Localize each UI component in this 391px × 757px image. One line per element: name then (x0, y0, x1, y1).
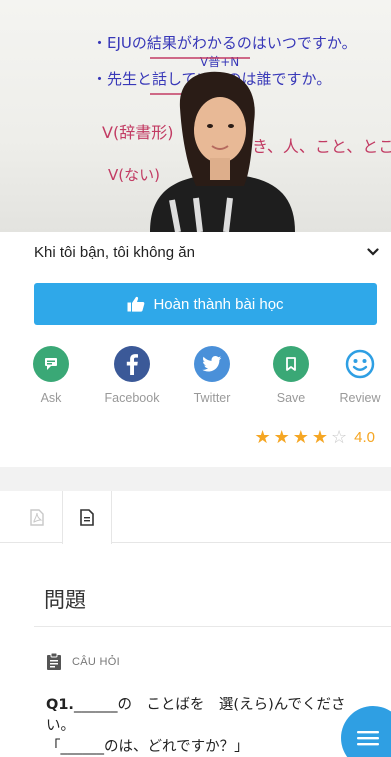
board-line-5: とき、人、こと、ところ、の (236, 137, 391, 156)
chevron-down-icon (367, 248, 379, 256)
bookmark-icon (273, 346, 309, 382)
menu-fab-button[interactable] (341, 706, 391, 757)
facebook-label: Facebook (104, 391, 160, 405)
question-label: CÂU HỎI (72, 655, 120, 668)
twitter-label: Twitter (193, 391, 231, 405)
tab-pdf[interactable] (12, 491, 62, 543)
twitter-button[interactable]: Twitter (180, 346, 244, 405)
smiley-icon (342, 346, 378, 382)
document-icon (80, 509, 94, 526)
lesson-select-value: Khi tôi bận, tôi không ăn (34, 243, 195, 261)
ask-label: Ask (40, 391, 62, 405)
rating-value: 4.0 (354, 428, 375, 446)
board-line-1: ・EJUの結果がわかるのはいつですか。 (92, 34, 357, 52)
board-line-4: V(辞書形) (102, 123, 173, 142)
tab-document[interactable] (62, 491, 112, 544)
content-tabs (0, 491, 391, 544)
share-row: Ask Facebook Twitter Save Review (33, 346, 391, 412)
facebook-button[interactable]: Facebook (100, 346, 164, 405)
question-text: ______の ことばを 選(えら)んでください。 (46, 697, 346, 734)
star-filled-icon: ★ (292, 427, 309, 447)
review-button[interactable]: Review (328, 346, 391, 405)
lesson-select[interactable]: Khi tôi bận, tôi không ăn (34, 232, 391, 272)
video-player[interactable]: ・EJUの結果がわかるのはいつですか。 V普+N ・先生と話しているのは誰ですか… (0, 0, 391, 232)
question-header: CÂU HỎI (46, 652, 120, 671)
star-filled-icon: ★ (254, 427, 271, 447)
board-line-2: V普+N (200, 55, 239, 69)
thumbs-up-icon (127, 296, 145, 312)
complete-lesson-label: Hoàn thành bài học (153, 295, 284, 313)
pdf-file-icon (30, 508, 44, 526)
section-separator (0, 467, 391, 491)
question-number: Q1. (46, 697, 74, 713)
star-filled-icon: ★ (311, 427, 328, 447)
clipboard-icon (47, 652, 61, 670)
facebook-icon (114, 346, 150, 382)
save-label: Save (276, 391, 306, 405)
review-label: Review (339, 391, 381, 405)
section-divider (34, 626, 391, 627)
hamburger-menu-icon (357, 731, 379, 746)
question-text-block: Q1.______の ことばを 選(えら)んでください。 「______のは、ど… (46, 695, 346, 757)
save-button[interactable]: Save (259, 346, 323, 405)
star-empty-icon: ☆ (331, 427, 348, 447)
video-frame: ・EJUの結果がわかるのはいつですか。 V普+N ・先生と話しているのは誰ですか… (92, 34, 391, 232)
chat-icon (33, 346, 69, 382)
twitter-icon (194, 346, 230, 382)
question-next-line: 「______のは、どれですか？」 (46, 739, 249, 755)
board-line-6: V(ない) (108, 166, 160, 184)
ask-button[interactable]: Ask (19, 346, 83, 405)
star-filled-icon: ★ (273, 427, 290, 447)
section-title: 問題 (44, 588, 86, 612)
lesson-rating[interactable]: ★ ★ ★ ★ ☆ 4.0 (254, 428, 375, 446)
complete-lesson-button[interactable]: Hoàn thành bài học (34, 283, 377, 325)
